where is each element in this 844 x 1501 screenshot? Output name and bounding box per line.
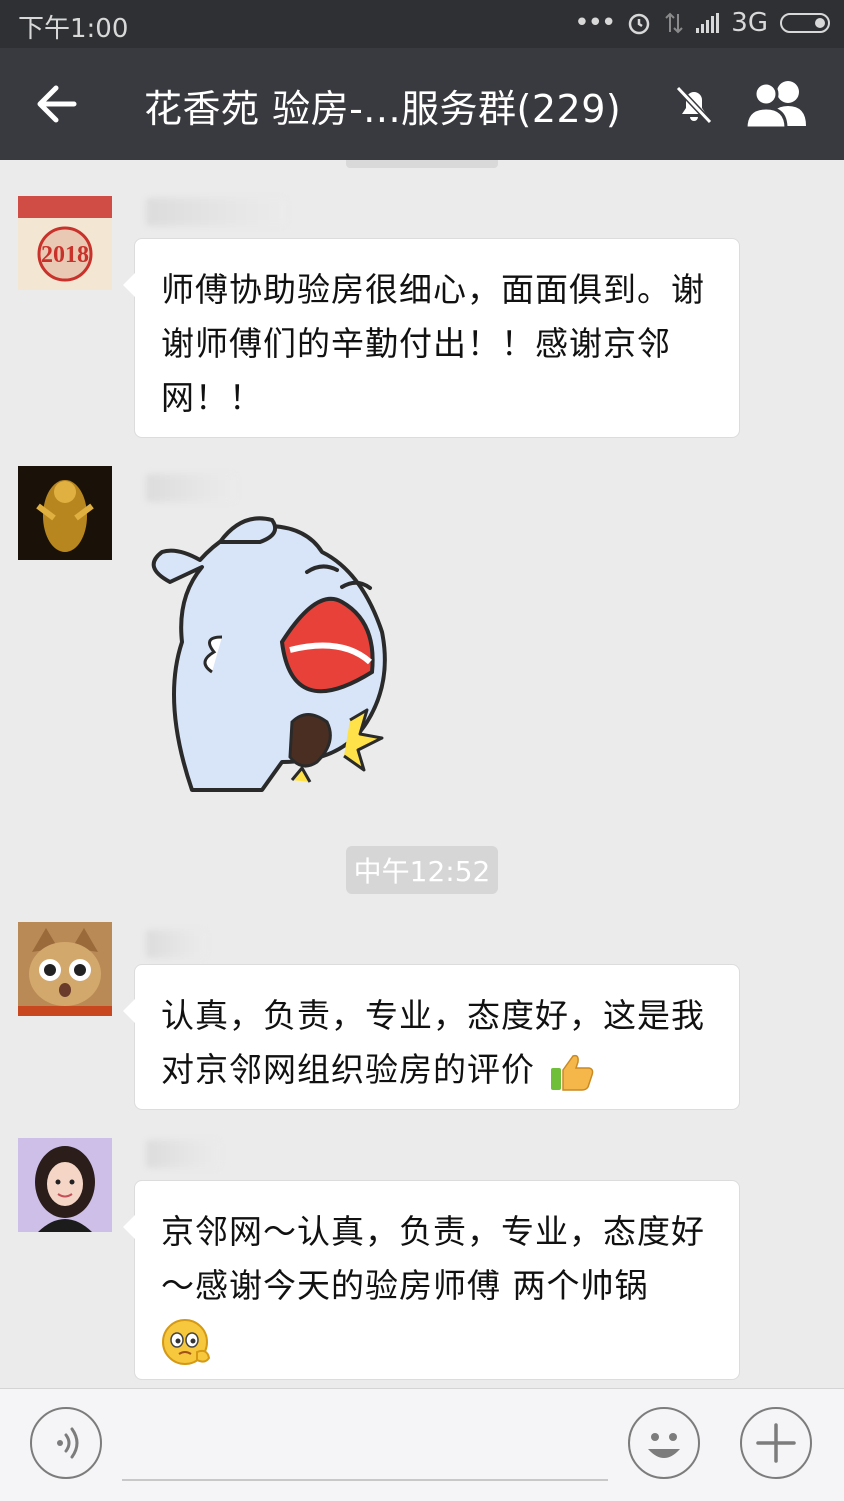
emoji-icon xyxy=(648,1433,680,1458)
message-text: 师傅协助验房很细心，面面俱到。谢谢师傅们的辛勤付出！！感谢京邻网！！ xyxy=(161,270,705,417)
message-text: 京邻网～认真，负责，专业，态度好～感谢今天的验房师傅 两个帅锅 xyxy=(161,1212,705,1305)
message-input-field[interactable] xyxy=(122,1479,608,1481)
message-text: 认真，负责，专业，态度好，这是我对京邻网组织验房的评价 xyxy=(161,996,705,1089)
avatar[interactable]: 2018 xyxy=(18,196,112,290)
emoji-button[interactable] xyxy=(628,1407,700,1479)
status-time: 下午1:00 xyxy=(18,14,129,44)
message-bubble[interactable]: 师傅协助验房很细心，面面俱到。谢谢师傅们的辛勤付出！！感谢京邻网！！ xyxy=(123,238,740,438)
status-bar: 下午1:00 ••• 3G xyxy=(0,0,844,48)
network-type: 3G xyxy=(731,8,768,38)
message-bubble[interactable]: 认真，负责，专业，态度好，这是我对京邻网组织验房的评价 xyxy=(123,964,740,1110)
battery-icon xyxy=(780,13,830,33)
more-options-button[interactable] xyxy=(740,1407,812,1479)
thumbs-up-icon xyxy=(550,1054,593,1091)
golden-figure-avatar-image xyxy=(18,466,112,560)
plus-icon xyxy=(756,1423,796,1463)
svg-text:2018: 2018 xyxy=(41,242,89,268)
voice-input-button[interactable] xyxy=(30,1407,102,1479)
chat-title: 花香苑 验房-...服务群(229) xyxy=(144,87,622,131)
avatar[interactable] xyxy=(18,466,112,560)
chat-header: 花香苑 验房-...服务群(229) xyxy=(0,48,844,160)
more-dots-icon: ••• xyxy=(574,8,616,38)
message-bubble[interactable]: 京邻网～认真，负责，专业，态度好～感谢今天的验房师傅 两个帅锅 xyxy=(123,1180,740,1380)
alarm-icon xyxy=(629,13,650,35)
woman-avatar-image xyxy=(18,1138,112,1232)
sender-name-blurred xyxy=(146,198,286,226)
signal-icon xyxy=(696,13,720,33)
sender-name-blurred xyxy=(146,1140,220,1168)
scroll-indicator xyxy=(346,160,498,168)
status-icons: ••• 3G xyxy=(574,8,830,38)
chat-input-bar xyxy=(0,1388,844,1501)
sender-name-blurred xyxy=(146,474,236,502)
back-arrow-icon[interactable] xyxy=(30,78,86,130)
avatar[interactable] xyxy=(18,922,112,1016)
laughing-clapping-sticker[interactable] xyxy=(142,512,392,794)
voice-input-icon xyxy=(57,1427,79,1459)
group-members-icon[interactable] xyxy=(744,78,812,130)
timestamp-badge: 中午12:52 xyxy=(346,846,498,894)
cat-avatar-image xyxy=(18,922,112,1016)
bell-muted-icon[interactable] xyxy=(670,80,718,128)
data-arrows-icon xyxy=(665,12,684,34)
sender-name-blurred xyxy=(146,930,206,958)
avatar[interactable] xyxy=(18,1138,112,1232)
shy-face-emoji-icon xyxy=(162,1318,211,1365)
new-year-2018-avatar-image: 2018 xyxy=(18,196,112,290)
